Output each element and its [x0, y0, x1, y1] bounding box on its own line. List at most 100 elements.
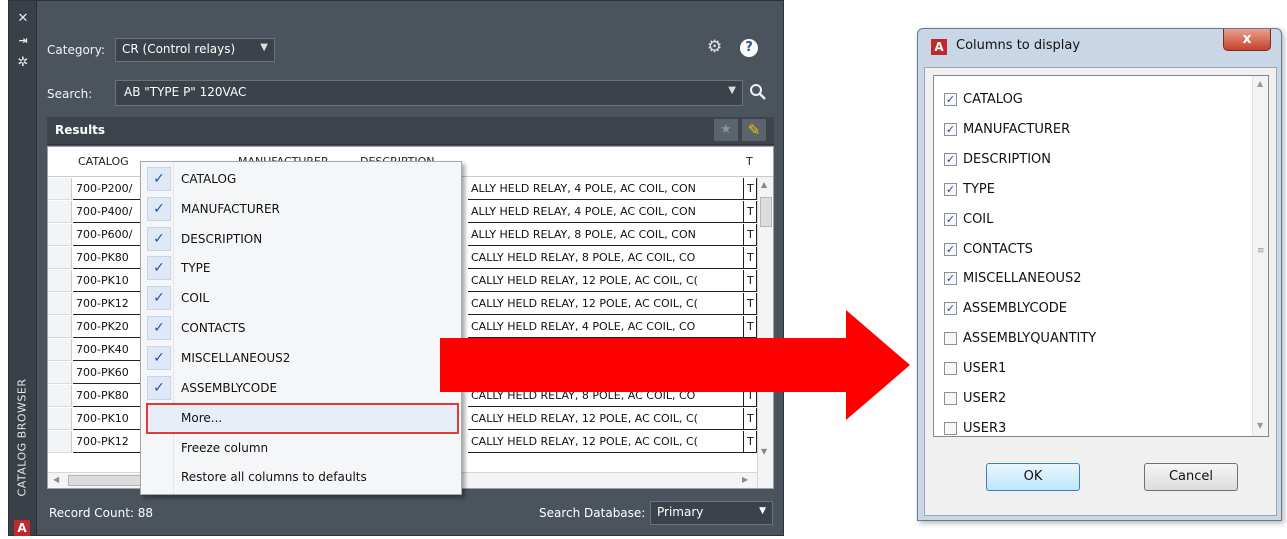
cell-description[interactable]: CALLY HELD RELAY, 8 POLE, AC COIL, CO — [468, 247, 744, 269]
checklist-scrollbar[interactable]: ▲ ≡ ▼ — [1252, 76, 1268, 436]
menu-item-label: Freeze column — [181, 441, 269, 455]
cell-description[interactable]: ALLY HELD RELAY, 8 POLE, AC COIL, CON — [468, 224, 744, 246]
row-header[interactable] — [48, 224, 72, 246]
settings-icon[interactable]: ✲ — [15, 55, 31, 71]
column-context-menu: ✓ CATALOG ✓ MANUFACTURER ✓ DESCRIPTION ✓ TYPE ✓ C… — [140, 161, 462, 495]
close-icon[interactable]: ✕ — [15, 11, 31, 27]
pin-icon[interactable]: ⇥ — [15, 33, 31, 49]
menu-item-more[interactable]: More... — [143, 404, 459, 432]
row-header[interactable] — [48, 270, 72, 292]
menu-item-contacts[interactable]: ✓ CONTACTS — [143, 314, 459, 342]
checkbox-unchecked[interactable] — [944, 362, 957, 376]
checkbox-unchecked[interactable] — [944, 392, 957, 405]
checkbox-unchecked[interactable] — [944, 332, 957, 346]
ok-button[interactable]: OK — [986, 463, 1080, 491]
checkbox-label: USER1 — [963, 361, 1007, 377]
row-header[interactable] — [48, 339, 72, 361]
cell-description[interactable]: ALLY HELD RELAY, 4 POLE, AC COIL, CON — [468, 201, 744, 223]
autocad-logo-icon: A — [931, 39, 947, 55]
results-title: Results — [55, 123, 106, 137]
column-header-type[interactable]: T — [746, 155, 753, 168]
scroll-left-icon[interactable]: ◀ — [53, 475, 59, 484]
cell-type[interactable]: T — [744, 431, 757, 453]
search-database-dropdown[interactable]: Primary ▼ — [650, 501, 773, 525]
pencil-icon[interactable]: ✎ — [742, 119, 766, 141]
checkbox-label: CATALOG — [963, 92, 1023, 107]
checkmark-icon: ✓ — [147, 316, 171, 340]
checkbox-label: USER2 — [963, 391, 1007, 406]
menu-item-miscellaneous2[interactable]: ✓ MISCELLANEOUS2 — [143, 344, 459, 372]
menu-item-catalog[interactable]: ✓ CATALOG — [143, 165, 459, 193]
scrollbar-thumb[interactable] — [760, 197, 772, 227]
cell-description[interactable]: CALLY HELD RELAY, 12 POLE, AC COIL, C( — [468, 270, 744, 292]
menu-item-assemblycode[interactable]: ✓ ASSEMBLYCODE — [143, 374, 459, 402]
gear-icon[interactable]: ⚙ — [707, 38, 725, 56]
menu-item-label: CATALOG — [181, 172, 237, 186]
row-header[interactable] — [48, 362, 72, 384]
checkbox-checked[interactable]: ✓ — [944, 212, 957, 226]
scroll-up-icon[interactable]: ▲ — [761, 180, 767, 189]
checkbox-checked[interactable]: ✓ — [944, 152, 957, 166]
search-value: AB "TYPE P" 120VAC — [124, 85, 247, 99]
menu-item-label: Restore all columns to defaults — [181, 470, 367, 484]
menu-item-freeze-column[interactable]: Freeze column — [143, 434, 459, 462]
category-dropdown[interactable]: CR (Control relays) ▼ — [115, 38, 275, 62]
dialog-body: ✓ CATALOG ✓ MANUFACTURER ✓ DESCRIPTION ✓ TYPE ✓ C… — [924, 67, 1277, 516]
row-header[interactable] — [48, 201, 72, 223]
close-icon: x — [1242, 31, 1252, 47]
star-icon[interactable]: ★ — [714, 119, 738, 141]
row-header[interactable] — [48, 178, 72, 200]
menu-item-label: ASSEMBLYCODE — [181, 380, 278, 395]
row-header[interactable] — [48, 385, 72, 407]
cell-description[interactable]: ALLY HELD RELAY, 4 POLE, AC COIL, CON — [468, 178, 744, 200]
cell-type[interactable]: T — [744, 178, 757, 200]
search-database-value: Primary — [657, 505, 704, 519]
menu-item-manufacturer[interactable]: ✓ MANUFACTURER — [143, 195, 459, 223]
checkbox-label: DESCRIPTION — [963, 151, 1051, 167]
menu-item-type[interactable]: ✓ TYPE — [143, 254, 459, 282]
cell-type[interactable]: T — [744, 247, 757, 269]
close-button[interactable]: x — [1223, 29, 1271, 51]
cell-description[interactable]: CALLY HELD RELAY, 12 POLE, AC COIL, C( — [468, 431, 744, 453]
menu-item-coil[interactable]: ✓ COIL — [143, 284, 459, 312]
menu-item-label: MANUFACTURER — [181, 201, 280, 216]
row-header[interactable] — [48, 247, 72, 269]
menu-item-label: MISCELLANEOUS2 — [181, 350, 291, 365]
search-icon[interactable] — [749, 83, 767, 101]
scroll-right-icon[interactable]: ▶ — [742, 475, 748, 484]
checkbox-checked[interactable]: ✓ — [944, 242, 957, 256]
cell-type[interactable]: T — [744, 201, 757, 223]
scroll-up-icon[interactable]: ▲ — [1257, 79, 1263, 88]
palette-title: CATALOG BROWSER — [15, 378, 29, 497]
scroll-down-icon[interactable]: ▼ — [1257, 421, 1263, 430]
menu-item-label: TYPE — [181, 261, 211, 276]
cell-type[interactable]: T — [744, 270, 757, 292]
chevron-down-icon: ▼ — [759, 506, 766, 516]
checkbox-checked[interactable]: ✓ — [944, 272, 957, 286]
checkmark-icon: ✓ — [147, 375, 171, 400]
chevron-down-icon[interactable]: ▼ — [728, 85, 736, 96]
checkmark-icon: ✓ — [147, 286, 171, 311]
palette-side-strip: ✕ ⇥ ✲ CATALOG BROWSER A — [9, 1, 37, 536]
column-header-catalog[interactable]: CATALOG — [78, 155, 129, 168]
search-input[interactable]: AB "TYPE P" 120VAC ▼ — [115, 80, 743, 106]
menu-item-restore-defaults[interactable]: Restore all columns to defaults — [143, 463, 459, 491]
checkbox-unchecked[interactable] — [944, 421, 957, 435]
help-icon[interactable]: ? — [740, 39, 758, 57]
row-header[interactable] — [48, 316, 72, 338]
row-header[interactable] — [48, 293, 72, 315]
checkbox-label: MISCELLANEOUS2 — [963, 271, 1082, 287]
scrollbar-thumb[interactable] — [68, 475, 148, 486]
cancel-button[interactable]: Cancel — [1144, 463, 1238, 491]
cell-type[interactable]: T — [744, 224, 757, 246]
checkbox-checked[interactable]: ✓ — [944, 302, 957, 316]
checkbox-checked[interactable]: ✓ — [944, 93, 957, 106]
scrollbar-grip-icon[interactable]: ≡ — [1257, 246, 1265, 256]
row-header[interactable] — [48, 431, 72, 453]
checkbox-checked[interactable]: ✓ — [944, 122, 957, 136]
menu-item-description[interactable]: ✓ DESCRIPTION — [143, 225, 459, 253]
columns-to-display-dialog: A Columns to display x ✓ CATALOG ✓ MANUFACT… — [917, 28, 1282, 521]
checkbox-checked[interactable]: ✓ — [944, 182, 957, 196]
scroll-down-icon[interactable]: ▼ — [761, 447, 767, 456]
row-header[interactable] — [48, 408, 72, 430]
